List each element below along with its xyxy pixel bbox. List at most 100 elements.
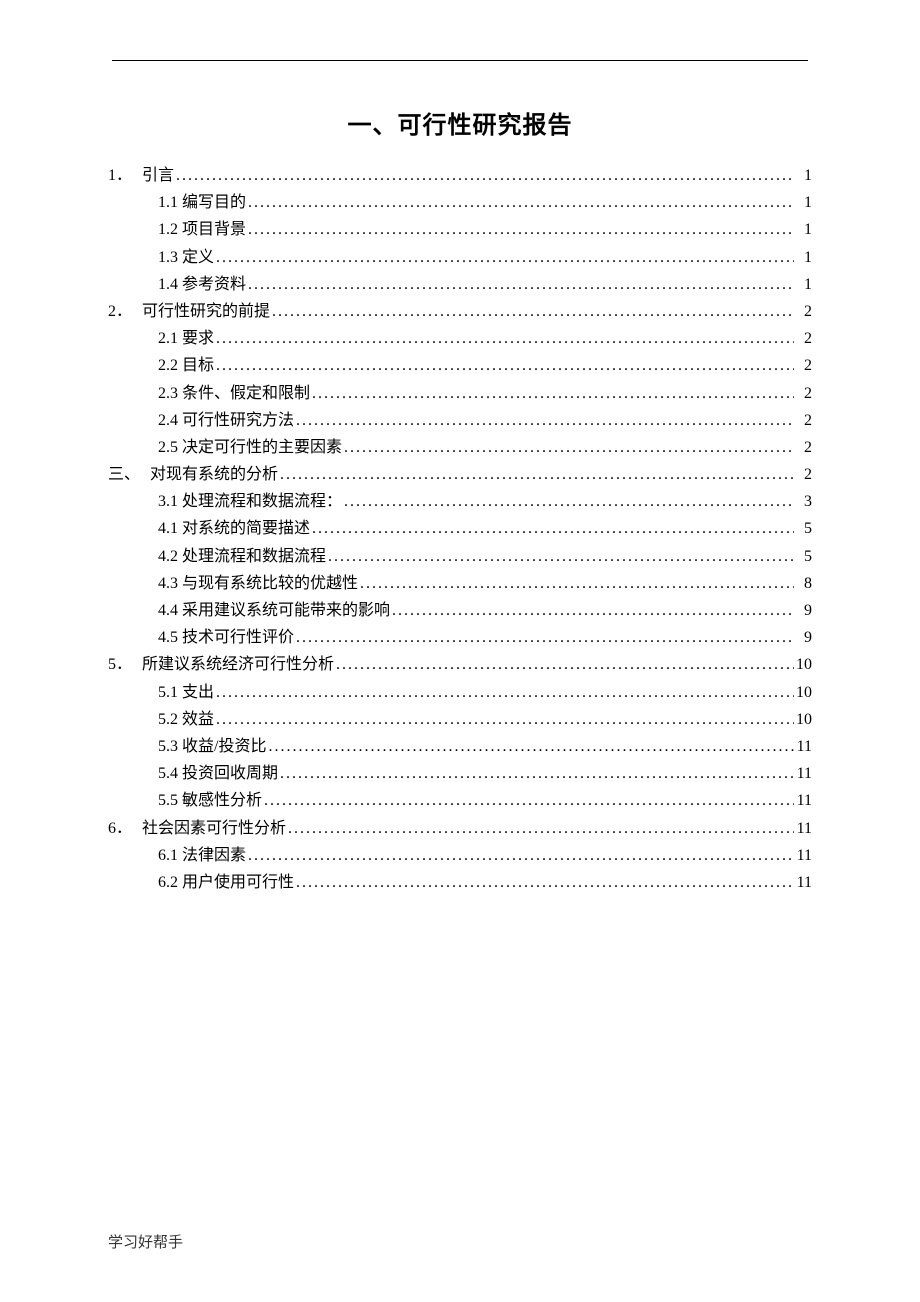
toc-entry-label: 要求 — [182, 325, 214, 352]
toc-leader-dots — [262, 787, 794, 814]
toc-entry[interactable]: 1．引言1 — [108, 162, 812, 189]
toc-entry-page: 11 — [794, 760, 812, 787]
toc-leader-dots — [246, 271, 794, 298]
toc-entry-label: 采用建议系统可能带来的影响 — [182, 597, 390, 624]
toc-entry-number: 1.3 — [158, 244, 182, 271]
document-page: 一、可行性研究报告 1．引言11.1编写目的11.2项目背景11.3定义11.4… — [0, 0, 920, 1302]
toc-entry[interactable]: 5.2效益10 — [108, 706, 812, 733]
toc-entry-page: 2 — [794, 325, 812, 352]
toc-entry[interactable]: 1.2项目背景 1 — [108, 216, 812, 243]
toc-entry-number: 2． — [108, 298, 142, 325]
toc-leader-dots — [310, 380, 794, 407]
toc-entry[interactable]: 5.1支出10 — [108, 679, 812, 706]
toc-entry-number: 1.4 — [158, 271, 182, 298]
toc-leader-dots — [326, 543, 794, 570]
toc-entry-number: 2.3 — [158, 380, 182, 407]
toc-entry-number: 5.3 — [158, 733, 182, 760]
toc-entry-number: 2.5 — [158, 434, 182, 461]
toc-entry-label: 参考资料 — [182, 271, 246, 298]
toc-entry[interactable]: 1.3定义 1 — [108, 244, 812, 271]
toc-entry[interactable]: 6.2用户使用可行性 11 — [108, 869, 812, 896]
toc-entry-page: 1 — [794, 244, 812, 271]
toc-leader-dots — [214, 352, 794, 379]
toc-entry-page: 2 — [794, 434, 812, 461]
toc-entry[interactable]: 2.2目标2 — [108, 352, 812, 379]
toc-entry-page: 11 — [794, 787, 812, 814]
toc-entry[interactable]: 4.2处理流程和数据流程5 — [108, 543, 812, 570]
toc-leader-dots — [214, 679, 794, 706]
toc-entry-label: 用户使用可行性 — [182, 869, 294, 896]
toc-entry-label: 对系统的简要描述 — [182, 515, 310, 542]
toc-entry[interactable]: 4.1对系统的简要描述5 — [108, 515, 812, 542]
toc-entry-label: 支出 — [182, 679, 214, 706]
toc-entry-page: 5 — [794, 515, 812, 542]
toc-entry-number: 2.2 — [158, 352, 182, 379]
toc-entry-page: 9 — [794, 597, 812, 624]
toc-entry-page: 2 — [794, 298, 812, 325]
toc-entry-page: 11 — [794, 842, 812, 869]
toc-entry-label: 决定可行性的主要因素 — [182, 434, 342, 461]
toc-entry[interactable]: 4.3与现有系统比较的优越性8 — [108, 570, 812, 597]
toc-entry-label: 与现有系统比较的优越性 — [182, 570, 358, 597]
toc-entry-number: 6.2 — [158, 869, 182, 896]
toc-entry-label: 目标 — [182, 352, 214, 379]
toc-entry-label: 投资回收周期 — [182, 760, 278, 787]
toc-leader-dots — [246, 842, 794, 869]
toc-entry[interactable]: 5.3收益/投资比11 — [108, 733, 812, 760]
toc-leader-dots — [334, 651, 794, 678]
toc-entry[interactable]: 1.4参考资料 1 — [108, 271, 812, 298]
toc-entry-label: 社会因素可行性分析 — [142, 815, 286, 842]
toc-entry[interactable]: 6.1法律因素11 — [108, 842, 812, 869]
toc-leader-dots — [294, 869, 794, 896]
toc-entry-number: 5． — [108, 651, 142, 678]
toc-entry-page: 1 — [794, 216, 812, 243]
toc-entry-label: 项目背景 — [182, 216, 246, 243]
toc-entry[interactable]: 6．社会因素可行性分析 11 — [108, 815, 812, 842]
header-rule — [112, 60, 808, 61]
toc-entry[interactable]: 5.4投资回收周期11 — [108, 760, 812, 787]
toc-leader-dots — [294, 407, 794, 434]
toc-entry[interactable]: 4.5技术可行性评价9 — [108, 624, 812, 651]
toc-leader-dots — [286, 815, 794, 842]
toc-entry[interactable]: 4.4采用建议系统可能带来的影响9 — [108, 597, 812, 624]
toc-leader-dots — [214, 706, 794, 733]
toc-entry[interactable]: 2.3条件、假定和限制2 — [108, 380, 812, 407]
toc-entry-label: 可行性研究方法 — [182, 407, 294, 434]
toc-entry-label: 技术可行性评价 — [182, 624, 294, 651]
toc-entry-number: 2.1 — [158, 325, 182, 352]
toc-entry-page: 1 — [794, 162, 812, 189]
document-title: 一、可行性研究报告 — [108, 105, 812, 140]
toc-entry[interactable]: 2.5决定可行性的主要因素 2 — [108, 434, 812, 461]
toc-entry-page: 2 — [794, 407, 812, 434]
toc-entry[interactable]: 2.1要求 2 — [108, 325, 812, 352]
toc-entry-number: 3.1 — [158, 488, 182, 515]
toc-entry-number: 1.2 — [158, 216, 182, 243]
toc-leader-dots — [266, 733, 794, 760]
toc-entry-page: 1 — [794, 189, 812, 216]
toc-entry-number: 2.4 — [158, 407, 182, 434]
toc-entry[interactable]: 三、对现有系统的分析2 — [108, 461, 812, 488]
toc-entry-label: 效益 — [182, 706, 214, 733]
toc-entry[interactable]: 2.4可行性研究方法 2 — [108, 407, 812, 434]
toc-leader-dots — [246, 216, 794, 243]
toc-entry[interactable]: 5．所建议系统经济可行性分析10 — [108, 651, 812, 678]
toc-entry-page: 11 — [794, 869, 812, 896]
toc-entry[interactable]: 2．可行性研究的前提2 — [108, 298, 812, 325]
toc-entry-number: 4.2 — [158, 543, 182, 570]
toc-entry-label: 所建议系统经济可行性分析 — [142, 651, 334, 678]
toc-entry-label: 处理流程和数据流程： — [182, 488, 342, 515]
toc-entry-page: 11 — [794, 815, 812, 842]
toc-entry-number: 6． — [108, 815, 142, 842]
toc-entry-label: 编写目的 — [182, 189, 246, 216]
toc-entry-page: 8 — [794, 570, 812, 597]
toc-entry[interactable]: 5.5敏感性分析11 — [108, 787, 812, 814]
toc-entry-page: 1 — [794, 271, 812, 298]
toc-entry-number: 4.5 — [158, 624, 182, 651]
toc-entry-page: 11 — [794, 733, 812, 760]
toc-entry-label: 定义 — [182, 244, 214, 271]
toc-leader-dots — [390, 597, 794, 624]
table-of-contents: 1．引言11.1编写目的11.2项目背景11.3定义11.4参考资料12．可行性… — [108, 162, 812, 896]
toc-entry[interactable]: 1.1编写目的1 — [108, 189, 812, 216]
toc-leader-dots — [342, 488, 794, 515]
toc-entry[interactable]: 3.1处理流程和数据流程：3 — [108, 488, 812, 515]
